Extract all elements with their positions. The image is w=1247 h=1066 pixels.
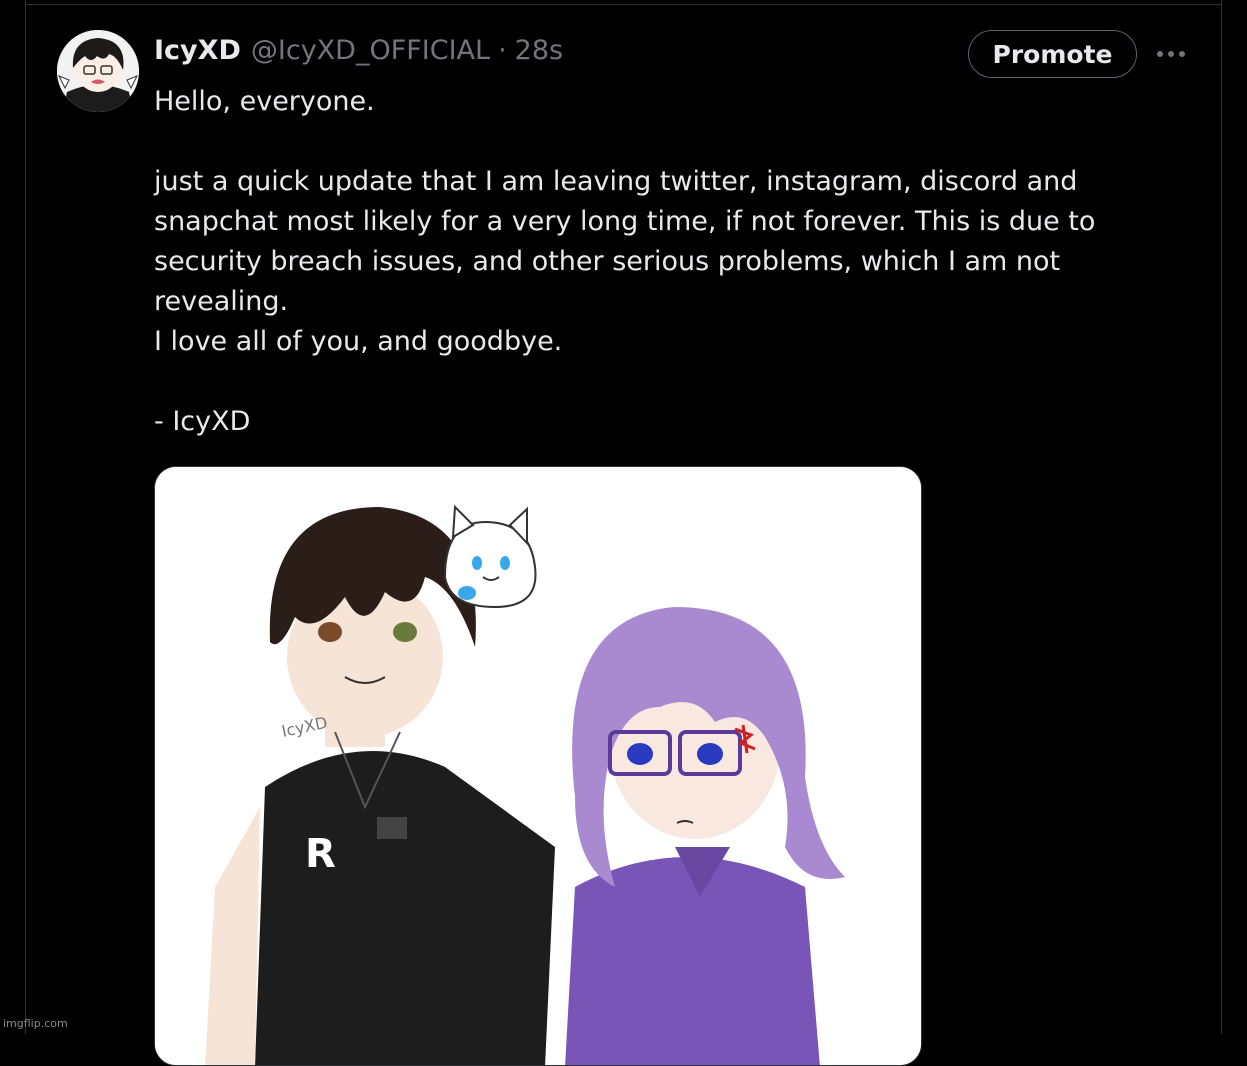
display-name[interactable]: IcyXD (154, 35, 241, 66)
promote-button[interactable]: Promote (968, 30, 1137, 78)
shirt-logo: R (305, 831, 336, 877)
watermark: imgflip.com (3, 1017, 68, 1030)
tweet-text: Hello, everyone. just a quick update tha… (154, 82, 1134, 442)
timestamp[interactable]: 28s (515, 35, 563, 66)
user-handle[interactable]: @IcyXD_OFFICIAL (251, 35, 490, 66)
tweet-media-image[interactable]: R IcyXD (154, 466, 922, 1066)
separator-dot: · (498, 34, 507, 66)
avatar-image (57, 30, 139, 112)
fan-art-illustration: R IcyXD (155, 467, 921, 1065)
tweet-header: IcyXD @IcyXD_OFFICIAL · 28s (154, 30, 563, 70)
tweet-paragraph: just a quick update that I am leaving tw… (154, 166, 1096, 317)
mascot-cat (443, 504, 537, 609)
tweet-signoff: - IcyXD (154, 406, 251, 437)
more-options-icon[interactable] (1152, 42, 1190, 66)
avatar[interactable] (57, 30, 139, 112)
divider (25, 4, 1222, 5)
tweet-paragraph: I love all of you, and goodbye. (154, 326, 563, 357)
tweet-greeting: Hello, everyone. (154, 86, 375, 117)
